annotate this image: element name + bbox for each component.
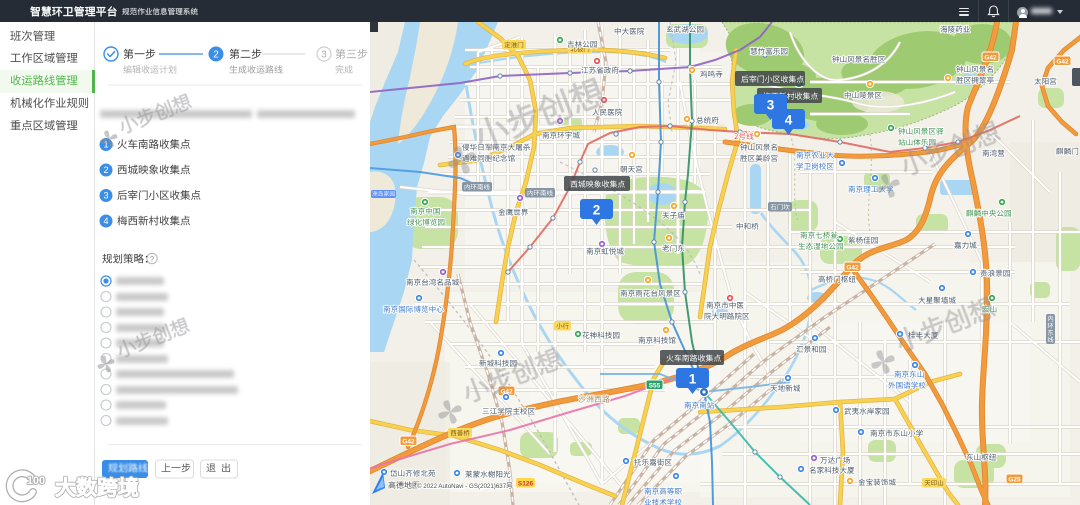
svg-text:G25: G25 xyxy=(1008,476,1021,483)
svg-text:3: 3 xyxy=(321,50,327,61)
svg-text:1: 1 xyxy=(103,140,108,150)
svg-text:S126: S126 xyxy=(518,480,534,487)
svg-text:G42: G42 xyxy=(402,438,415,445)
svg-text:2: 2 xyxy=(213,50,219,61)
svg-text:4: 4 xyxy=(103,216,108,226)
svg-text:2: 2 xyxy=(103,165,108,175)
svg-text:3: 3 xyxy=(103,191,108,201)
svg-text:?: ? xyxy=(150,255,155,264)
svg-text:G42: G42 xyxy=(846,264,859,271)
svg-text:G42: G42 xyxy=(1056,58,1069,65)
svg-text:S55: S55 xyxy=(649,382,661,389)
svg-text:G42: G42 xyxy=(984,54,997,61)
